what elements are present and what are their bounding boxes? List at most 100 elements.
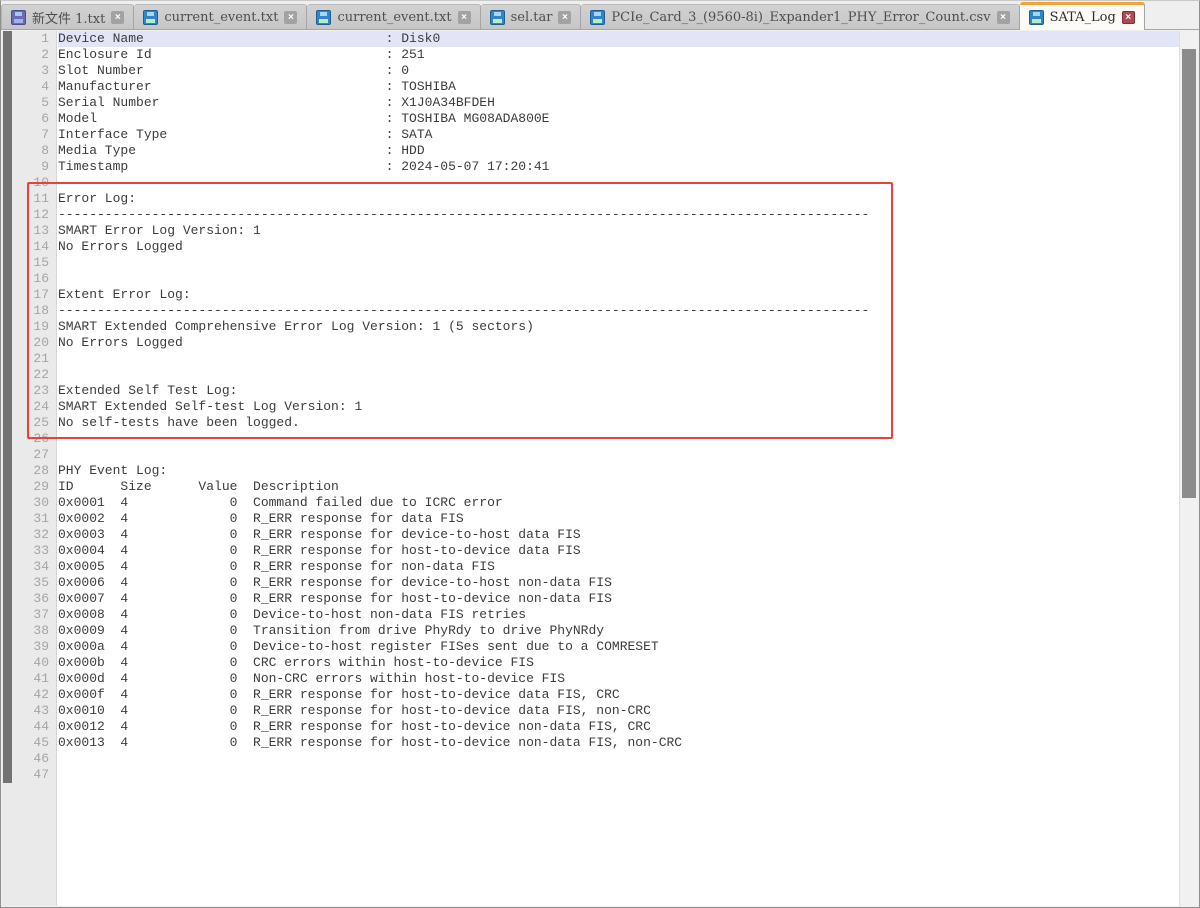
line-number: 11 [2,191,56,207]
line-number: 42 [2,687,56,703]
close-icon[interactable]: × [997,11,1010,24]
tab-sel-tar[interactable]: sel.tar × [481,4,582,29]
code-line[interactable] [58,351,1179,367]
code-line[interactable]: 0x0003 4 0 R_ERR response for device-to-… [58,527,1179,543]
code-line[interactable]: 0x0010 4 0 R_ERR response for host-to-de… [58,703,1179,719]
tab-bar: 新文件 1.txt × current_event.txt × current_… [1,1,1199,30]
code-line[interactable]: Device Name : Disk0 [58,31,1179,47]
line-number: 1 [2,31,56,47]
line-number: 15 [2,255,56,271]
code-line[interactable] [58,431,1179,447]
code-line[interactable] [58,767,1179,783]
floppy-disk-blue-icon [590,10,605,25]
code-line[interactable]: 0x000a 4 0 Device-to-host register FISes… [58,639,1179,655]
code-line[interactable]: 0x000b 4 0 CRC errors within host-to-dev… [58,655,1179,671]
code-line[interactable]: Enclosure Id : 251 [58,47,1179,63]
code-line[interactable]: 0x0008 4 0 Device-to-host non-data FIS r… [58,607,1179,623]
floppy-disk-blue-icon [143,10,158,25]
code-line[interactable]: ----------------------------------------… [58,207,1179,223]
close-icon[interactable]: × [558,11,571,24]
code-line[interactable] [58,751,1179,767]
code-line[interactable]: PHY Event Log: [58,463,1179,479]
tab-label: current_event.txt [164,10,278,25]
code-line[interactable]: ID Size Value Description [58,479,1179,495]
editor-content: 1234567891011121314151617181920212223242… [2,31,1198,906]
code-line[interactable]: 0x0004 4 0 R_ERR response for host-to-de… [58,543,1179,559]
line-number: 30 [2,495,56,511]
code-line[interactable]: 0x0006 4 0 R_ERR response for device-to-… [58,575,1179,591]
line-number-gutter: 1234567891011121314151617181920212223242… [2,31,57,906]
line-number: 8 [2,143,56,159]
code-line[interactable]: No self-tests have been logged. [58,415,1179,431]
floppy-disk-blue-icon [1029,10,1044,25]
line-number: 36 [2,591,56,607]
tab-label: 新文件 1.txt [32,8,105,27]
code-line[interactable]: No Errors Logged [58,239,1179,255]
code-line[interactable]: 0x0013 4 0 R_ERR response for host-to-de… [58,735,1179,751]
line-number: 5 [2,95,56,111]
line-number: 25 [2,415,56,431]
tab-current-event-txt-1[interactable]: current_event.txt × [134,4,307,29]
close-icon[interactable]: × [458,11,471,24]
code-line[interactable] [58,175,1179,191]
code-line[interactable]: Slot Number : 0 [58,63,1179,79]
code-line[interactable] [58,447,1179,463]
code-line[interactable]: Error Log: [58,191,1179,207]
code-area[interactable]: Device Name : Disk0Enclosure Id : 251Slo… [58,31,1179,906]
code-line[interactable]: Extent Error Log: [58,287,1179,303]
line-number: 10 [2,175,56,191]
tab-label: sel.tar [511,10,553,25]
code-line[interactable]: 0x000f 4 0 R_ERR response for host-to-de… [58,687,1179,703]
line-number: 41 [2,671,56,687]
code-line[interactable]: SMART Extended Comprehensive Error Log V… [58,319,1179,335]
line-number: 35 [2,575,56,591]
line-number: 47 [2,767,56,783]
scrollbar-thumb[interactable] [1182,49,1196,498]
vertical-scrollbar[interactable] [1179,31,1198,906]
line-number: 3 [2,63,56,79]
line-number: 26 [2,431,56,447]
code-line[interactable]: Manufacturer : TOSHIBA [58,79,1179,95]
code-line[interactable] [58,367,1179,383]
code-line[interactable]: Interface Type : SATA [58,127,1179,143]
line-number: 46 [2,751,56,767]
code-line[interactable]: ----------------------------------------… [58,303,1179,319]
close-icon[interactable]: × [284,11,297,24]
line-number: 29 [2,479,56,495]
close-icon[interactable]: × [1122,11,1135,24]
line-number: 33 [2,543,56,559]
tab-new-file-1[interactable]: 新文件 1.txt × [1,4,134,29]
code-line[interactable]: SMART Extended Self-test Log Version: 1 [58,399,1179,415]
code-line[interactable]: 0x0001 4 0 Command failed due to ICRC er… [58,495,1179,511]
tab-sata-log-active[interactable]: SATA_Log × [1020,2,1145,30]
line-number: 45 [2,735,56,751]
line-number: 13 [2,223,56,239]
code-line[interactable]: Model : TOSHIBA MG08ADA800E [58,111,1179,127]
line-number: 7 [2,127,56,143]
code-line[interactable]: Timestamp : 2024-05-07 17:20:41 [58,159,1179,175]
code-line[interactable]: 0x000d 4 0 Non-CRC errors within host-to… [58,671,1179,687]
floppy-disk-blue-icon [316,10,331,25]
code-line[interactable]: Media Type : HDD [58,143,1179,159]
tab-pcie-card-csv[interactable]: PCIe_Card_3_(9560-8i)_Expander1_PHY_Erro… [581,4,1019,29]
code-line[interactable]: No Errors Logged [58,335,1179,351]
code-line[interactable]: Extended Self Test Log: [58,383,1179,399]
line-number: 37 [2,607,56,623]
line-number: 20 [2,335,56,351]
close-icon[interactable]: × [111,11,124,24]
floppy-disk-purple-icon [11,10,26,25]
code-line[interactable]: 0x0002 4 0 R_ERR response for data FIS [58,511,1179,527]
line-number: 31 [2,511,56,527]
code-line[interactable]: 0x0009 4 0 Transition from drive PhyRdy … [58,623,1179,639]
code-line[interactable] [58,271,1179,287]
code-line[interactable] [58,255,1179,271]
line-number: 34 [2,559,56,575]
tab-current-event-txt-2[interactable]: current_event.txt × [307,4,480,29]
code-line[interactable]: Serial Number : X1J0A34BFDEH [58,95,1179,111]
line-number: 43 [2,703,56,719]
code-line[interactable]: SMART Error Log Version: 1 [58,223,1179,239]
code-line[interactable]: 0x0012 4 0 R_ERR response for host-to-de… [58,719,1179,735]
code-line[interactable]: 0x0005 4 0 R_ERR response for non-data F… [58,559,1179,575]
code-line[interactable]: 0x0007 4 0 R_ERR response for host-to-de… [58,591,1179,607]
line-number: 22 [2,367,56,383]
